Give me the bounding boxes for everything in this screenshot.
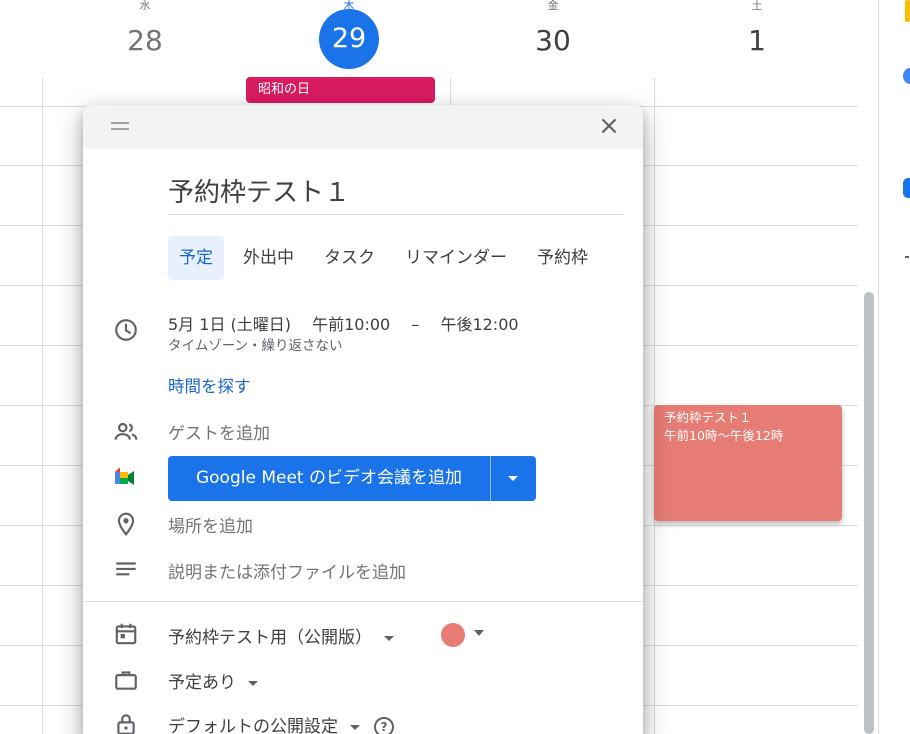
- chevron-down-icon: [384, 635, 394, 641]
- day-column-thu-today[interactable]: 木 29: [319, 0, 379, 69]
- color-chevron-down-icon[interactable]: [474, 630, 484, 636]
- google-meet-button-group: Google Meet のビデオ会議を追加: [168, 456, 536, 501]
- day-number[interactable]: 1: [707, 24, 807, 58]
- clock-icon: [115, 319, 137, 341]
- scrollbar-thumb[interactable]: [864, 292, 874, 734]
- calendar-select[interactable]: 予約枠テスト用（公開版）: [168, 623, 394, 648]
- contacts-app-icon[interactable]: [903, 178, 910, 198]
- side-panel-divider-icon: [905, 256, 909, 258]
- tab-task[interactable]: タスク: [313, 236, 386, 280]
- today-date-circle[interactable]: 29: [319, 9, 379, 69]
- grid-column-line: [42, 78, 43, 734]
- event-datetime[interactable]: 5月 1日 (土曜日) 午前10:00 – 午後12:00: [168, 311, 535, 335]
- event-type-tabs: 予定 外出中 タスク リマインダー 予約枠: [168, 236, 607, 280]
- day-column-sat[interactable]: 土 1: [707, 0, 807, 58]
- event-chip-title: 予約枠テスト１: [664, 410, 752, 425]
- chevron-down-icon: [350, 724, 360, 730]
- conference-options-dropdown[interactable]: [491, 456, 536, 501]
- day-number[interactable]: 28: [95, 24, 195, 58]
- google-meet-icon: [115, 468, 134, 485]
- timezone-repeat-link[interactable]: タイムゾーン・繰り返さない: [168, 334, 343, 354]
- notes-icon: [116, 562, 136, 576]
- help-icon[interactable]: ?: [374, 717, 394, 734]
- keep-app-icon[interactable]: [905, 0, 910, 22]
- tab-reminder[interactable]: リマインダー: [394, 236, 518, 280]
- event-date[interactable]: 5月 1日 (土曜日): [168, 315, 291, 334]
- event-color-swatch[interactable]: [441, 623, 465, 647]
- add-google-meet-button[interactable]: Google Meet のビデオ会議を追加: [168, 456, 490, 501]
- event-end-time[interactable]: 午後12:00: [440, 315, 518, 334]
- holiday-chip[interactable]: 昭和の日: [246, 77, 435, 103]
- day-column-wed[interactable]: 水 28: [95, 0, 195, 58]
- people-icon: [114, 422, 138, 440]
- day-of-week: 木: [343, 0, 355, 10]
- calendar-app: 水 28 木 29 金 30 土 1 昭和の日 予約枠テスト１ 午前10時～午後…: [0, 0, 910, 734]
- day-of-week: 土: [751, 0, 763, 10]
- visibility-select[interactable]: デフォルトの公開設定?: [168, 712, 394, 734]
- event-chip-time: 午前10時～午後12時: [664, 428, 784, 443]
- event-start-time[interactable]: 午前10:00: [312, 315, 390, 334]
- add-description-input[interactable]: 説明または添付ファイルを追加: [168, 558, 406, 583]
- calendar-name: 予約枠テスト用（公開版）: [168, 628, 372, 648]
- event-chip[interactable]: 予約枠テスト１ 午前10時～午後12時: [654, 405, 842, 521]
- day-of-week: 金: [547, 0, 559, 10]
- time-separator: –: [411, 315, 420, 334]
- availability-select[interactable]: 予定あり: [168, 668, 258, 693]
- section-divider: [83, 601, 643, 602]
- dialog-header[interactable]: ×: [83, 105, 643, 149]
- add-guests-input[interactable]: ゲストを追加: [168, 419, 270, 444]
- add-location-input[interactable]: 場所を追加: [168, 512, 253, 537]
- availability-value: 予定あり: [168, 673, 236, 693]
- chevron-down-icon: [248, 680, 258, 686]
- calendar-icon: [115, 623, 137, 645]
- day-of-week: 水: [139, 0, 151, 10]
- side-panel-border: [878, 0, 879, 734]
- day-number[interactable]: 30: [503, 24, 603, 58]
- drag-handle-icon[interactable]: [111, 122, 129, 132]
- tab-out-of-office[interactable]: 外出中: [232, 236, 305, 280]
- event-quick-create-dialog: × 予約枠テスト１ 予定 外出中 タスク リマインダー 予約枠 5月 1日 (土…: [83, 105, 643, 734]
- briefcase-icon: [115, 671, 137, 690]
- visibility-value: デフォルトの公開設定: [168, 717, 338, 734]
- location-pin-icon: [117, 512, 135, 536]
- tab-appointment-slots[interactable]: 予約枠: [526, 236, 599, 280]
- lock-icon: [117, 714, 135, 734]
- event-title-input[interactable]: 予約枠テスト１: [168, 173, 623, 215]
- find-time-link[interactable]: 時間を探す: [168, 373, 251, 397]
- tasks-app-icon[interactable]: [903, 68, 910, 84]
- day-column-fri[interactable]: 金 30: [503, 0, 603, 58]
- tab-event[interactable]: 予定: [168, 236, 224, 280]
- close-button[interactable]: ×: [595, 113, 623, 139]
